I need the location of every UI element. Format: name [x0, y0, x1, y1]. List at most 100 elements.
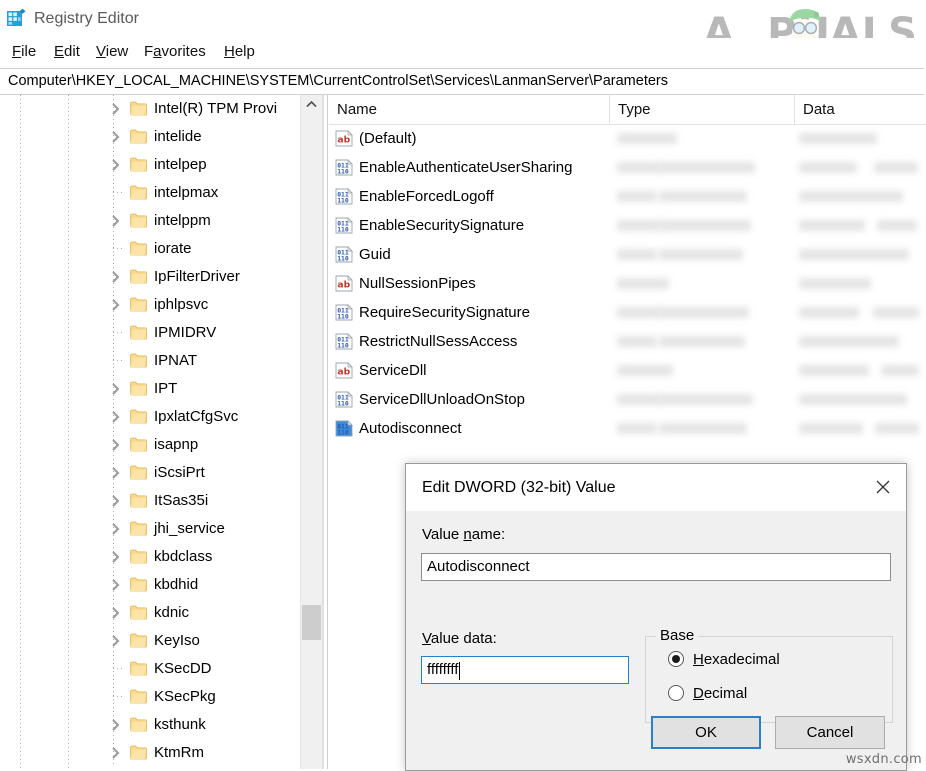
registry-tree-pane[interactable]: Intel(R) TPM Provi intelide intelpep intelp… — [0, 95, 322, 769]
tree-expand-chevron-icon[interactable] — [108, 437, 124, 453]
tree-item-ipfilterdriver[interactable]: IpFilterDriver — [0, 263, 322, 291]
tree-scrollbar-thumb[interactable] — [302, 605, 321, 640]
tree-expand-chevron-icon[interactable] — [108, 605, 124, 621]
tree-item-ipxlatcfgsvc[interactable]: IpxlatCfgSvc — [0, 403, 322, 431]
radio-decimal-label: Decimal — [693, 683, 747, 705]
value-name-input[interactable]: Autodisconnect — [421, 553, 891, 581]
registry-value-row[interactable]: 011 110 EnableForcedLogoff — [329, 182, 926, 211]
radio-hexadecimal-text: exadecimal — [703, 651, 780, 668]
column-header-name[interactable]: Name — [329, 95, 609, 124]
tree-expand-chevron-icon[interactable] — [108, 577, 124, 593]
column-header-data[interactable]: Data — [794, 95, 926, 124]
tree-expand-chevron-icon[interactable] — [108, 297, 124, 313]
registry-value-row[interactable]: 011 110 RequireSecuritySignature — [329, 298, 926, 327]
tree-item-ipnat[interactable]: IPNAT — [0, 347, 322, 375]
tree-item-label: kbdclass — [154, 548, 213, 565]
folder-icon — [130, 605, 147, 620]
tree-item-iscsiprt[interactable]: iScsiPrt — [0, 459, 322, 487]
tree-expand-chevron-icon[interactable] — [108, 129, 124, 145]
menu-edit[interactable]: Edit — [48, 40, 86, 64]
pane-splitter[interactable] — [322, 95, 324, 769]
tree-item-ksecpkg[interactable]: KSecPkg — [0, 683, 322, 711]
tree-expand-chevron-icon[interactable] — [108, 745, 124, 761]
registry-value-row[interactable]: ab NullSessionPipes — [329, 269, 926, 298]
registry-value-row[interactable]: 011 110 Autodisconnect — [329, 414, 926, 443]
tree-expand-chevron-icon[interactable] — [108, 157, 124, 173]
tree-item-keyiso[interactable]: KeyIso — [0, 627, 322, 655]
tree-expand-chevron-icon[interactable] — [108, 717, 124, 733]
tree-item-intelpep[interactable]: intelpep — [0, 151, 322, 179]
menu-help[interactable]: Help — [218, 40, 261, 64]
menu-favorites-accel: a — [153, 43, 162, 60]
tree-expand-chevron-icon[interactable] — [108, 213, 124, 229]
tree-item-iphlpsvc[interactable]: iphlpsvc — [0, 291, 322, 319]
svg-text:110: 110 — [337, 341, 349, 349]
tree-item-ksecdd[interactable]: KSecDD — [0, 655, 322, 683]
tree-expand-chevron-icon[interactable] — [108, 409, 124, 425]
menu-file[interactable]: File — [6, 40, 42, 64]
tree-expand-chevron-icon[interactable] — [108, 465, 124, 481]
folder-icon — [130, 353, 147, 368]
tree-expand-chevron-icon[interactable] — [108, 549, 124, 565]
tree-item-ktmrm[interactable]: KtmRm — [0, 739, 322, 767]
tree-item-label: intelpmax — [154, 184, 219, 201]
redacted-cell — [617, 365, 673, 376]
tree-expand-chevron-icon[interactable] — [108, 633, 124, 649]
registry-value-name: (Default) — [359, 130, 417, 147]
registry-value-row[interactable]: 011 110 EnableAuthenticateUserSharing — [329, 153, 926, 182]
address-bar[interactable]: Computer\HKEY_LOCAL_MACHINE\SYSTEM\Curre… — [0, 68, 924, 95]
tree-leaf-connector — [113, 192, 122, 193]
tree-item-intel-r-tpm-provi[interactable]: Intel(R) TPM Provi — [0, 95, 322, 123]
tree-item-intelide[interactable]: intelide — [0, 123, 322, 151]
dword-value-icon: 011110 — [335, 217, 353, 234]
menu-view[interactable]: View — [90, 40, 134, 64]
tree-item-kbdclass[interactable]: kbdclass — [0, 543, 322, 571]
redacted-cell — [659, 307, 749, 318]
tree-expand-chevron-icon[interactable] — [108, 101, 124, 117]
tree-scrollbar[interactable] — [300, 95, 322, 769]
ok-button[interactable]: OK — [651, 716, 761, 749]
tree-item-itsas35i[interactable]: ItSas35i — [0, 487, 322, 515]
menu-favorites[interactable]: Favorites — [138, 40, 212, 64]
tree-item-kdnic[interactable]: kdnic — [0, 599, 322, 627]
registry-value-row[interactable]: 011 110 RestrictNullSessAccess — [329, 327, 926, 356]
value-data-input[interactable]: ffffffff — [421, 656, 629, 684]
cancel-button[interactable]: Cancel — [775, 716, 885, 749]
registry-value-row[interactable]: ab (Default) — [329, 124, 926, 153]
redacted-cell — [873, 307, 919, 318]
column-header-type[interactable]: Type — [609, 95, 794, 124]
tree-item-ipmidrv[interactable]: IPMIDRV — [0, 319, 322, 347]
redacted-cell — [875, 423, 919, 434]
tree-item-iorate[interactable]: iorate — [0, 235, 322, 263]
registry-value-name: EnableAuthenticateUserSharing — [359, 159, 573, 176]
tree-leaf-connector — [113, 332, 122, 333]
tree-expand-chevron-icon[interactable] — [108, 269, 124, 285]
tree-item-intelppm[interactable]: intelppm — [0, 207, 322, 235]
registry-value-row[interactable]: 011 110 EnableSecuritySignature — [329, 211, 926, 240]
close-icon[interactable] — [860, 464, 906, 511]
registry-value-row[interactable]: 011 110 Guid — [329, 240, 926, 269]
tree-item-jhi-service[interactable]: jhi_service — [0, 515, 322, 543]
tree-item-kbdhid[interactable]: kbdhid — [0, 571, 322, 599]
tree-expand-chevron-icon[interactable] — [108, 381, 124, 397]
tree-item-isapnp[interactable]: isapnp — [0, 431, 322, 459]
registry-value-row[interactable]: ab ServiceDll — [329, 356, 926, 385]
tree-item-intelpmax[interactable]: intelpmax — [0, 179, 322, 207]
tree-expand-chevron-icon[interactable] — [108, 521, 124, 537]
tree-item-ipt[interactable]: IPT — [0, 375, 322, 403]
radio-decimal-indicator[interactable] — [668, 685, 684, 701]
scroll-up-icon[interactable] — [301, 95, 322, 114]
menu-favorites-label: vorites — [161, 43, 206, 60]
registry-value-row[interactable]: 011 110 ServiceDllUnloadOnStop — [329, 385, 926, 414]
tree-item-ksthunk[interactable]: ksthunk — [0, 711, 322, 739]
radio-hexadecimal-indicator[interactable] — [668, 651, 684, 667]
dword-value-icon: 011110 — [335, 246, 353, 263]
value-name-label-accel: n — [463, 526, 472, 543]
tree-item-label: intelpep — [154, 156, 207, 173]
registry-value-name: EnableSecuritySignature — [359, 217, 525, 234]
text-caret — [459, 662, 460, 680]
value-name-label: Value name: — [422, 526, 505, 543]
tree-item-label: intelppm — [154, 212, 211, 229]
tree-expand-chevron-icon[interactable] — [108, 493, 124, 509]
svg-text:110: 110 — [337, 312, 349, 320]
